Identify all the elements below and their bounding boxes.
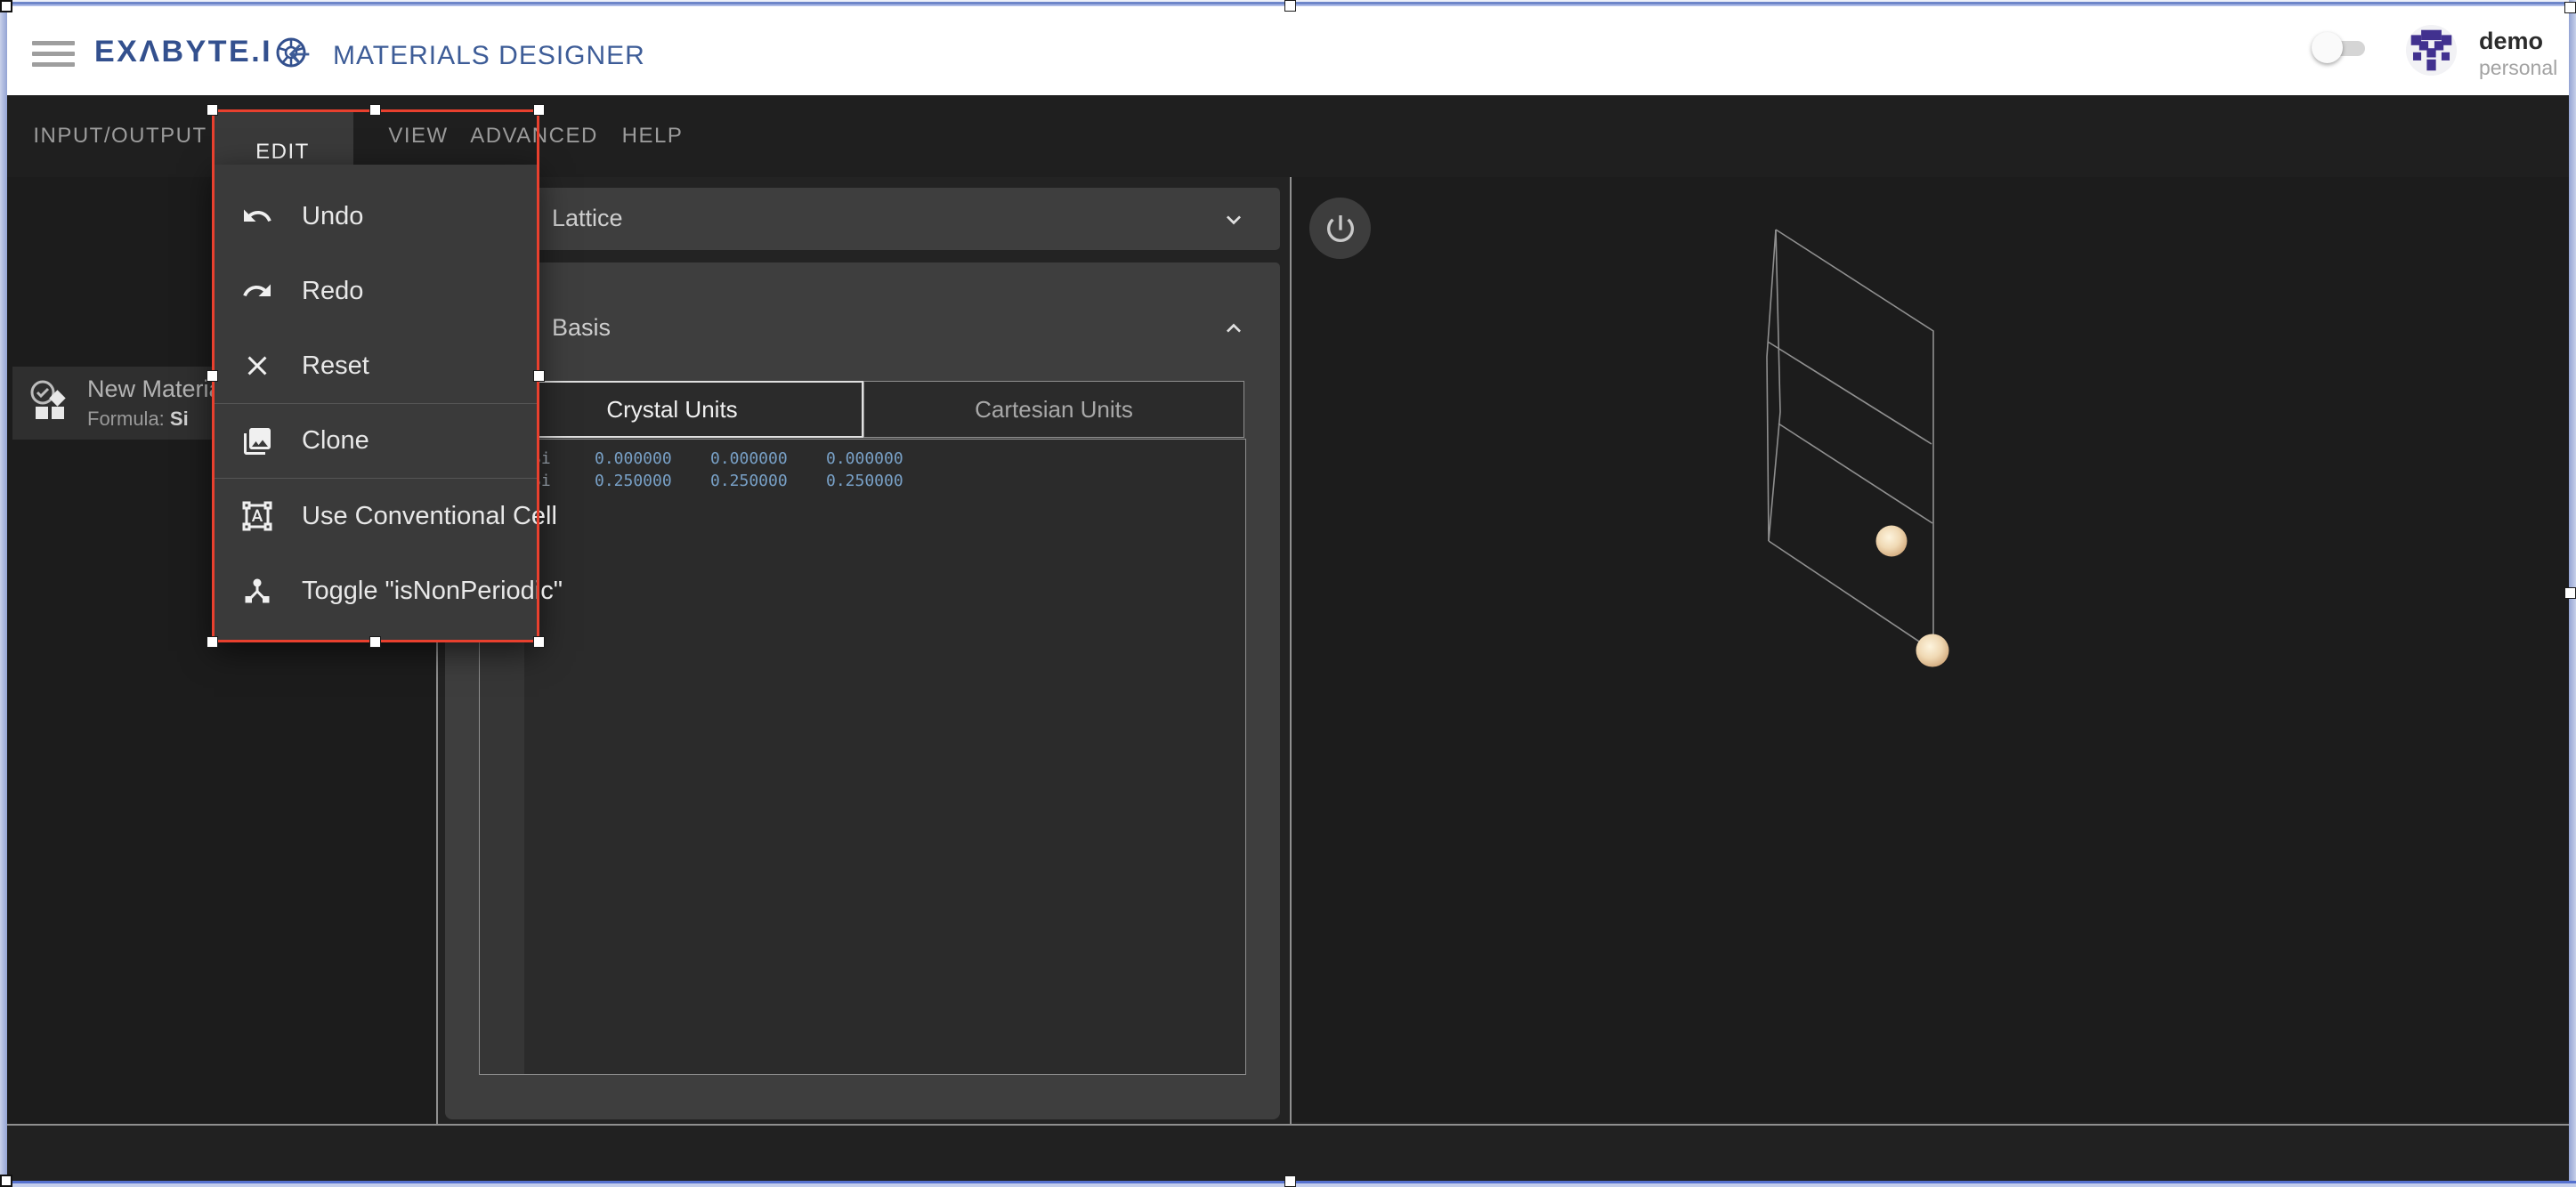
capture-frame-left: [0, 0, 7, 1187]
menu-item-clone[interactable]: Clone: [214, 404, 539, 478]
column-divider: [1290, 177, 1292, 1126]
capture-corner-handle[interactable]: [0, 0, 12, 12]
lattice-title: Lattice: [552, 205, 623, 232]
footer-strip: [0, 1126, 2576, 1181]
hamburger-menu-icon[interactable]: [32, 41, 75, 69]
capture-handle-top-right[interactable]: [2564, 2, 2576, 13]
identicon-image: [2406, 25, 2457, 76]
material-check-icon: [25, 378, 75, 428]
atom-si-2[interactable]: [1916, 634, 1949, 667]
menu-tab-input-output[interactable]: INPUT/OUTPUT: [36, 95, 205, 177]
basis-code-editor[interactable]: Si 0.000000 0.000000 0.000000 Si 0.25000…: [479, 439, 1246, 1075]
basis-row: Si 0.250000 0.250000 0.250000: [480, 470, 1245, 492]
menu-item-reset[interactable]: Reset: [214, 328, 539, 403]
basis-title[interactable]: Basis: [552, 314, 611, 342]
app-header: EXΛBYTE.I MATERIALS DESIGNER: [0, 5, 2576, 95]
exabyte-logo[interactable]: EXΛBYTE.I: [94, 35, 308, 69]
undo-icon: [241, 200, 273, 232]
chevron-up-icon[interactable]: [1219, 314, 1248, 343]
viewer-power-button[interactable]: [1309, 198, 1371, 259]
selection-handle[interactable]: [207, 370, 218, 382]
capture-handle-bottom[interactable]: [1284, 1175, 1296, 1187]
capture-corner-handle-bottom-left[interactable]: [0, 1175, 12, 1187]
redo-icon: [241, 275, 273, 307]
atom-si-1[interactable]: [1876, 526, 1908, 557]
reset-icon: [241, 350, 273, 382]
selection-handle[interactable]: [533, 636, 545, 648]
menu-item-undo[interactable]: Undo: [214, 179, 539, 254]
menu-tab-help[interactable]: HELP: [621, 95, 684, 177]
basis-row: Si 0.000000 0.000000 0.000000: [480, 448, 1245, 470]
selection-handle[interactable]: [369, 636, 381, 648]
capture-handle-right[interactable]: [2564, 587, 2576, 599]
selection-handle[interactable]: [207, 636, 218, 648]
selection-handle[interactable]: [533, 104, 545, 116]
materials-designer-app: EXΛBYTE.I MATERIALS DESIGNER: [0, 0, 2576, 1187]
material-formula: Formula: Si: [87, 408, 228, 431]
lattice-accordion[interactable]: Lattice: [445, 188, 1280, 250]
menu-item-use-conventional-cell[interactable]: Use Conventional Cell: [214, 479, 539, 553]
unit-cell-wireframe: [1767, 230, 1933, 650]
menu-item-redo[interactable]: Redo: [214, 254, 539, 328]
tab-cartesian-units[interactable]: Cartesian Units: [863, 381, 1244, 438]
account-type-label: personal: [2479, 56, 2557, 80]
theme-toggle-switch[interactable]: [2312, 35, 2365, 61]
edit-dropdown-menu: Undo Redo Reset Clone Use Conventional C…: [214, 165, 539, 642]
units-tab-bar: Crystal Units Cartesian Units: [481, 381, 1244, 438]
username-label: demo: [2479, 28, 2543, 55]
switch-thumb: [2312, 32, 2343, 63]
page-title: MATERIALS DESIGNER: [333, 41, 645, 71]
menu-item-toggle-isnonperiodic[interactable]: Toggle "isNonPeriodic": [214, 553, 539, 628]
conventional-cell-icon: [241, 500, 273, 532]
selection-handle[interactable]: [207, 104, 218, 116]
chevron-down-icon[interactable]: [1219, 206, 1248, 234]
logo-text: EXΛBYTE.I: [94, 35, 272, 69]
crystal-scene[interactable]: [1292, 179, 2570, 1124]
capture-handle-top[interactable]: [1284, 0, 1296, 12]
power-icon: [1323, 211, 1358, 246]
back-arrow-icon[interactable]: [283, 39, 315, 69]
clone-icon: [241, 425, 273, 457]
user-avatar[interactable]: [2406, 25, 2457, 76]
selection-handle[interactable]: [533, 370, 545, 382]
selection-handle[interactable]: [369, 104, 381, 116]
non-periodic-icon: [241, 575, 273, 607]
basis-accordion: Basis Crystal Units Cartesian Units Si 0…: [445, 262, 1280, 1119]
